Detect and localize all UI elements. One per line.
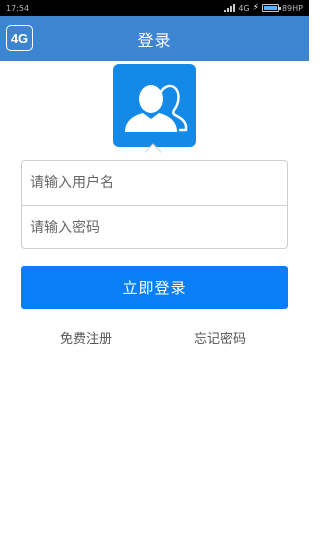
login-form [21,160,288,250]
users-icon [125,84,188,132]
signal-icon [224,4,236,12]
network-type: 4G [238,3,250,13]
battery-icon [261,4,281,12]
status-bar: 17:54 4G ⚡ 89HP [0,0,309,16]
login-button[interactable]: 立即登录 [21,266,288,309]
battery-level: 89HP [281,3,303,13]
avatar [113,64,196,147]
register-link[interactable]: 免费注册 [60,328,112,347]
page-title: 登录 [137,30,172,50]
password-input[interactable] [22,206,287,250]
status-indicators: 4G ⚡ 89HP [224,3,303,13]
forgot-password-link[interactable]: 忘记密码 [194,328,246,347]
app-header: 4G 登录 [0,16,309,61]
app-logo: 4G [6,25,33,51]
status-time: 17:54 [6,3,30,13]
bolt-icon: ⚡ [252,3,259,13]
username-input[interactable] [22,161,287,205]
